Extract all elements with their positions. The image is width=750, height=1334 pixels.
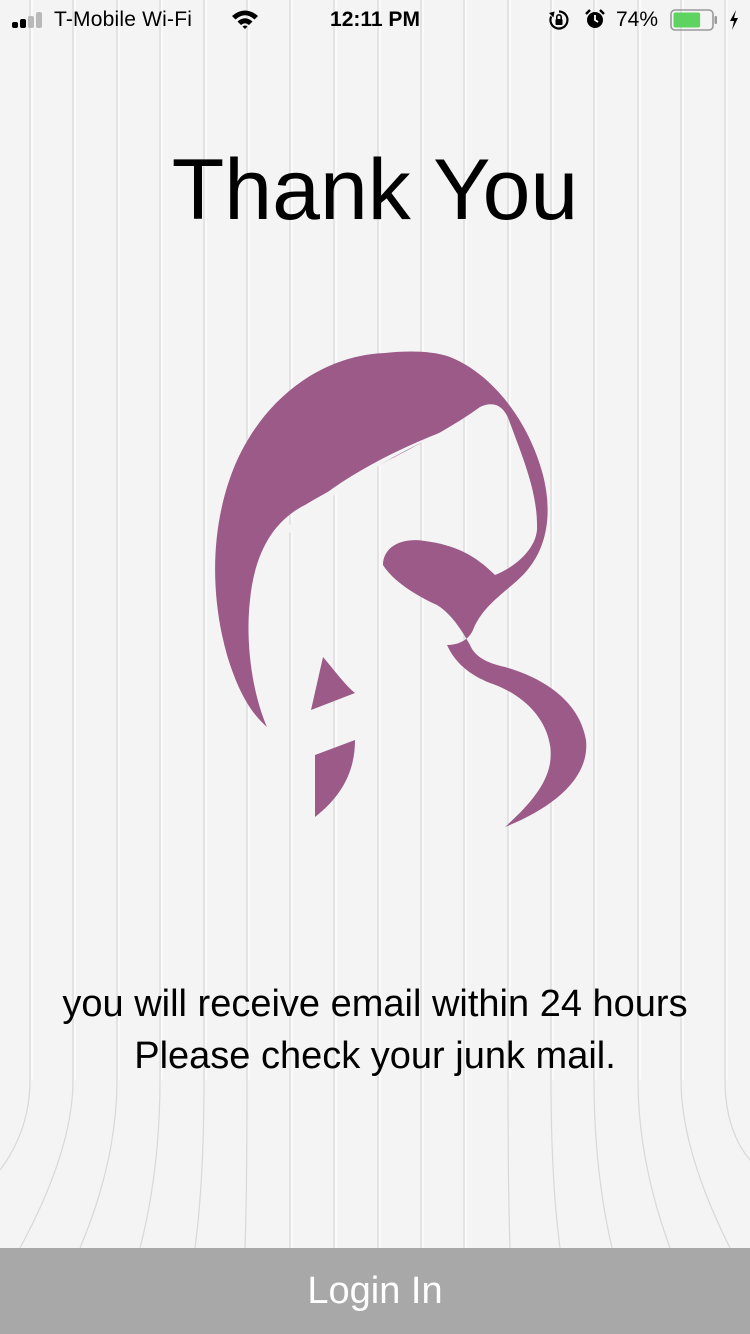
- charging-icon: [730, 10, 738, 30]
- confirmation-message: you will receive email within 24 hours P…: [0, 978, 750, 1082]
- battery-icon: [670, 9, 717, 31]
- login-button[interactable]: Login In: [0, 1248, 750, 1334]
- rotation-lock-icon: [549, 10, 569, 30]
- message-line-2: Please check your junk mail.: [134, 1035, 616, 1077]
- alarm-icon: [585, 9, 605, 28]
- battery-percent: 74%: [616, 8, 659, 31]
- status-bar: T-Mobile Wi-Fi 12:11 PM 74%: [0, 0, 750, 40]
- page-title: Thank You: [171, 142, 579, 238]
- message-line-1: you will receive email within 24 hours: [62, 983, 688, 1025]
- woman-silhouette-logo: [215, 351, 587, 827]
